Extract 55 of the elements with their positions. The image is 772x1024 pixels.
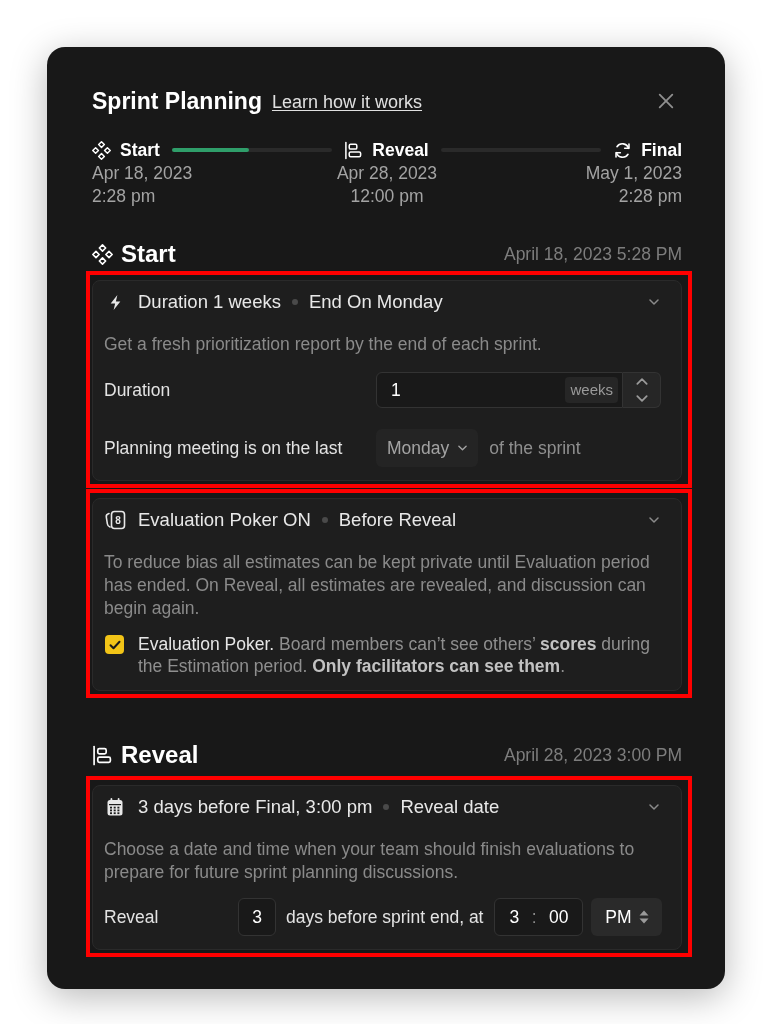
card-detail: Reveal date — [400, 795, 500, 820]
stage-label: Reveal — [372, 139, 429, 161]
stage-label: Final — [641, 139, 682, 161]
card-detail: Before Reveal — [338, 508, 456, 533]
section-timestamp: April 28, 2023 3:00 PM — [503, 743, 682, 767]
section-title: Reveal — [121, 742, 199, 768]
close-icon — [657, 92, 675, 110]
period-select[interactable]: PM — [591, 898, 663, 936]
stage-time: 2:28 pm — [92, 185, 156, 208]
card-summary: Evaluation Poker ON — [138, 508, 311, 533]
days-field[interactable]: 3 — [238, 898, 276, 936]
stage-time: 2:28 pm — [618, 185, 682, 208]
chevron-up-icon — [635, 378, 648, 385]
time-field[interactable]: 3 : 00 — [494, 898, 584, 936]
diamonds-icon — [92, 140, 111, 160]
day-select[interactable]: Monday — [376, 429, 479, 467]
chevron-down-icon — [458, 445, 468, 451]
field-label: Planning meeting is on the last — [104, 436, 344, 460]
card-summary: 3 days before Final, 3:00 pm — [138, 795, 373, 820]
chevron-down-icon[interactable] — [649, 804, 659, 810]
check-icon — [108, 639, 121, 650]
stage-label: Start — [120, 139, 160, 161]
card-summary: Duration 1 weeks — [138, 290, 281, 315]
card-detail: End On Monday — [308, 290, 443, 315]
refresh-icon — [613, 140, 633, 160]
close-button[interactable] — [656, 91, 676, 111]
stage-date: May 1, 2023 — [585, 162, 682, 185]
lightning-icon — [108, 293, 122, 311]
dialog-title: Sprint Planning — [92, 87, 262, 115]
chevron-down-icon — [635, 395, 648, 402]
chevron-down-icon[interactable] — [649, 299, 659, 305]
unit-tag: weeks — [565, 376, 618, 404]
card-description: To reduce bias all estimates can be kept private until Evaluation period has ended. On Reveal, all estimates are revealed, and discussion can begin again. — [104, 551, 651, 620]
stage-date: Apr 28, 2023 — [336, 162, 438, 185]
stage-time: 12:00 pm — [350, 185, 424, 208]
field-suffix: of the sprint — [489, 436, 581, 460]
checkbox-label: Evaluation Poker. Board members can’t see others’ scores during the Estimation period. Only facilitators can see them. — [138, 633, 651, 677]
field-text: days before sprint end, at — [286, 905, 484, 929]
chevron-down-icon[interactable] — [649, 517, 659, 523]
align-left-icon — [344, 140, 364, 160]
section-timestamp: April 18, 2023 5:28 PM — [503, 242, 682, 266]
number-field[interactable]: 1 weeks — [376, 372, 623, 408]
stepper[interactable] — [623, 372, 661, 408]
sort-icon — [638, 910, 649, 924]
stage-date: Apr 18, 2023 — [92, 162, 193, 185]
field-label: Reveal — [104, 905, 160, 929]
calendar-icon — [107, 798, 123, 816]
checkbox[interactable] — [105, 635, 124, 654]
card-description: Get a fresh prioritization report by the end of each sprint. — [104, 333, 543, 356]
card-description: Choose a date and time when your team should finish evaluations to prepare for future sprint planning discussions. — [104, 838, 636, 884]
diamonds-icon — [92, 243, 113, 265]
align-left-icon — [92, 744, 113, 766]
help-link[interactable]: Learn how it works — [271, 89, 423, 116]
section-title: Start — [121, 241, 176, 267]
field-label: Duration — [104, 378, 172, 402]
